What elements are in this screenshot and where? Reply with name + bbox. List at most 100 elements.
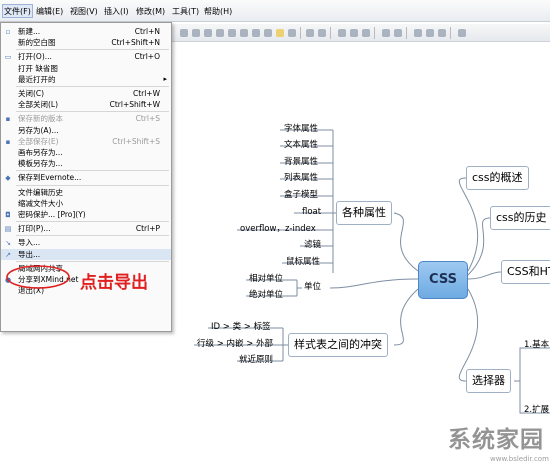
menu-view[interactable]: 视图(V) bbox=[70, 5, 98, 19]
mindmap-topic-unit[interactable]: 单位 bbox=[304, 281, 321, 295]
file-menu-item-label: 文件编辑历史 bbox=[18, 187, 63, 197]
file-menu-item[interactable]: ▫ 新建... Ctrl+N bbox=[1, 26, 171, 37]
menu-insert[interactable]: 插入(I) bbox=[104, 5, 129, 19]
toolbar-attachment-icon[interactable] bbox=[306, 29, 314, 37]
mindmap-topic-font[interactable]: 字体属性 bbox=[284, 123, 318, 137]
toolbar-separator bbox=[450, 27, 451, 39]
mindmap-central-topic[interactable]: CSS bbox=[418, 261, 468, 299]
toolbar-arrow-icon[interactable] bbox=[180, 29, 188, 37]
mindmap-topic-specificity[interactable]: ID > 类 > 标签 bbox=[211, 321, 271, 335]
import-icon: ↘ bbox=[5, 239, 11, 248]
file-menu-item[interactable]: ↘ 导入... bbox=[1, 237, 171, 248]
toolbar-share-icon[interactable] bbox=[414, 29, 422, 37]
mindmap-topic-filter[interactable]: 滤镜 bbox=[304, 239, 321, 253]
toolbar-drilldown-icon[interactable] bbox=[338, 29, 346, 37]
toolbar-summary-icon[interactable] bbox=[252, 29, 260, 37]
file-menu-item[interactable]: ▪ 全部保存(E) Ctrl+Shift+S bbox=[1, 136, 171, 147]
file-menu-item-shortcut: Ctrl+O bbox=[134, 52, 160, 62]
mindmap-topic-overview[interactable]: css的概述 bbox=[466, 166, 529, 190]
mindmap-topic-selector-extended[interactable]: 2.扩展 bbox=[524, 404, 549, 418]
mindmap-topic-properties[interactable]: 各种属性 bbox=[336, 201, 392, 225]
file-menu-item[interactable]: 关闭(C) Ctrl+W bbox=[1, 88, 171, 99]
file-menu-item-shortcut: Ctrl+Shift+W bbox=[109, 100, 160, 110]
file-menu-item[interactable]: ↗ 导出... bbox=[1, 248, 171, 260]
toolbar-drillup-icon[interactable] bbox=[350, 29, 358, 37]
export-icon: ↗ bbox=[5, 250, 11, 259]
mindmap-topic-selector[interactable]: 选择器 bbox=[466, 369, 511, 393]
mindmap-topic-background[interactable]: 背景属性 bbox=[284, 156, 318, 170]
menu-separator bbox=[16, 111, 169, 113]
file-menu-item[interactable]: 模板另存为... bbox=[1, 158, 171, 169]
file-menu-item-label: 全部关闭(L) bbox=[18, 100, 59, 110]
file-menu-item-shortcut: Ctrl+N bbox=[134, 27, 160, 36]
file-menu-item-shortcut: Ctrl+Shift+S bbox=[112, 136, 160, 146]
file-menu-item-label: 新的空白图 bbox=[18, 38, 56, 48]
toolbar-topic-icon[interactable] bbox=[192, 29, 200, 37]
menu-file[interactable]: 文件(F) bbox=[2, 4, 33, 18]
menu-help[interactable]: 帮助(H) bbox=[204, 5, 232, 19]
file-menu-item[interactable]: 缩减文件大小 bbox=[1, 198, 171, 209]
file-menu-item-shortcut: Ctrl+P bbox=[135, 224, 160, 234]
toolbar-brainstorm-icon[interactable] bbox=[362, 29, 370, 37]
menu-separator bbox=[16, 49, 169, 51]
save-icon: ▪ bbox=[5, 115, 11, 124]
mindmap-topic-selector-basic[interactable]: 1.基本 bbox=[524, 339, 549, 353]
toolbar-separator bbox=[330, 27, 331, 39]
file-menu-item[interactable]: 另存为(A)... bbox=[1, 125, 171, 136]
toolbar-marker-icon[interactable] bbox=[264, 29, 272, 37]
file-menu-item[interactable]: 文件编辑历史 bbox=[1, 187, 171, 198]
file-menu-item[interactable]: ▪ 保存新的版本 Ctrl+S bbox=[1, 113, 171, 124]
toolbar-cloud-icon[interactable] bbox=[426, 29, 434, 37]
file-menu-item-label: 画布另存为... bbox=[18, 148, 63, 157]
toolbar-subtopic-icon[interactable] bbox=[204, 29, 212, 37]
mindmap-topic-priority[interactable]: 行级 > 内嵌 > 外部 bbox=[197, 338, 273, 352]
open-folder-icon: ▭ bbox=[4, 53, 12, 62]
file-menu-item-label: 新建... bbox=[18, 27, 41, 36]
menu-tools[interactable]: 工具(T) bbox=[172, 5, 199, 19]
file-menu-item[interactable]: 最近打开的 ▸ bbox=[1, 74, 171, 85]
file-menu-item[interactable]: 新的空白图 Ctrl+Shift+N bbox=[1, 37, 171, 48]
menu-edit[interactable]: 编辑(E) bbox=[36, 5, 63, 19]
file-menu-item-shortcut: Ctrl+W bbox=[132, 89, 160, 98]
file-menu-item[interactable]: 画布另存为... bbox=[1, 147, 171, 158]
mindmap-topic-text[interactable]: 文本属性 bbox=[284, 139, 318, 153]
toolbar-image-icon[interactable] bbox=[288, 29, 296, 37]
file-menu-item[interactable]: ▤ 打印(P)... Ctrl+P bbox=[1, 223, 171, 234]
toolbar-presentation-icon[interactable] bbox=[382, 29, 390, 37]
file-menu-item-label: 缩减文件大小 bbox=[18, 198, 63, 208]
toolbar-separator bbox=[300, 27, 301, 39]
menu-modify[interactable]: 修改(M) bbox=[136, 5, 165, 19]
mindmap-topic-box-model[interactable]: 盒子模型 bbox=[284, 189, 318, 203]
mindmap-topic-cursor[interactable]: 鼠标属性 bbox=[286, 256, 320, 270]
mindmap-topic-nearest[interactable]: 就近原则 bbox=[239, 354, 273, 368]
file-menu-item-shortcut: Ctrl+Shift+N bbox=[111, 38, 160, 48]
mindmap-topic-absolute-unit[interactable]: 绝对单位 bbox=[249, 289, 283, 303]
file-menu-item-label: 最近打开的 bbox=[18, 74, 56, 84]
print-icon: ▤ bbox=[4, 225, 12, 234]
toolbar-download-icon[interactable] bbox=[438, 29, 446, 37]
file-menu-item[interactable]: ◆ 保存到Evernote... bbox=[1, 172, 171, 183]
toolbar-zoom-icon[interactable] bbox=[394, 29, 402, 37]
mindmap-topic-history[interactable]: css的历史 bbox=[490, 206, 550, 230]
toolbar-separator bbox=[406, 27, 407, 39]
toolbar-note-icon[interactable] bbox=[318, 29, 326, 37]
file-menu-item[interactable]: ▭ 打开(O)... Ctrl+O bbox=[1, 51, 171, 62]
toolbar-gear-icon[interactable] bbox=[458, 29, 466, 37]
mindmap-topic-float[interactable]: float bbox=[302, 206, 321, 220]
file-menu-item-label: 另存为(A)... bbox=[18, 125, 59, 135]
file-menu-item-label: 导出... bbox=[18, 249, 41, 259]
mindmap-topic-relative-unit[interactable]: 相对单位 bbox=[249, 273, 283, 287]
toolbar-lightbulb-icon[interactable] bbox=[276, 29, 284, 37]
file-menu-item[interactable]: ◘ 密码保护... [Pro](Y) bbox=[1, 209, 171, 220]
toolbar-relationship-icon[interactable] bbox=[228, 29, 236, 37]
mindmap-topic-conflict[interactable]: 样式表之间的冲突 bbox=[288, 333, 388, 357]
mindmap-topic-overflow[interactable]: overflow，z-index bbox=[240, 223, 316, 237]
file-menu-item[interactable]: 打开 缺省图 bbox=[1, 63, 171, 74]
toolbar-pencil-icon[interactable] bbox=[216, 29, 224, 37]
toolbar-separator bbox=[374, 27, 375, 39]
mindmap-topic-list[interactable]: 列表属性 bbox=[284, 172, 318, 186]
toolbar-boundary-icon[interactable] bbox=[240, 29, 248, 37]
mindmap-topic-css-html[interactable]: CSS和HT bbox=[501, 260, 550, 284]
menu-separator bbox=[16, 184, 169, 186]
file-menu-item[interactable]: 全部关闭(L) Ctrl+Shift+W bbox=[1, 99, 171, 110]
